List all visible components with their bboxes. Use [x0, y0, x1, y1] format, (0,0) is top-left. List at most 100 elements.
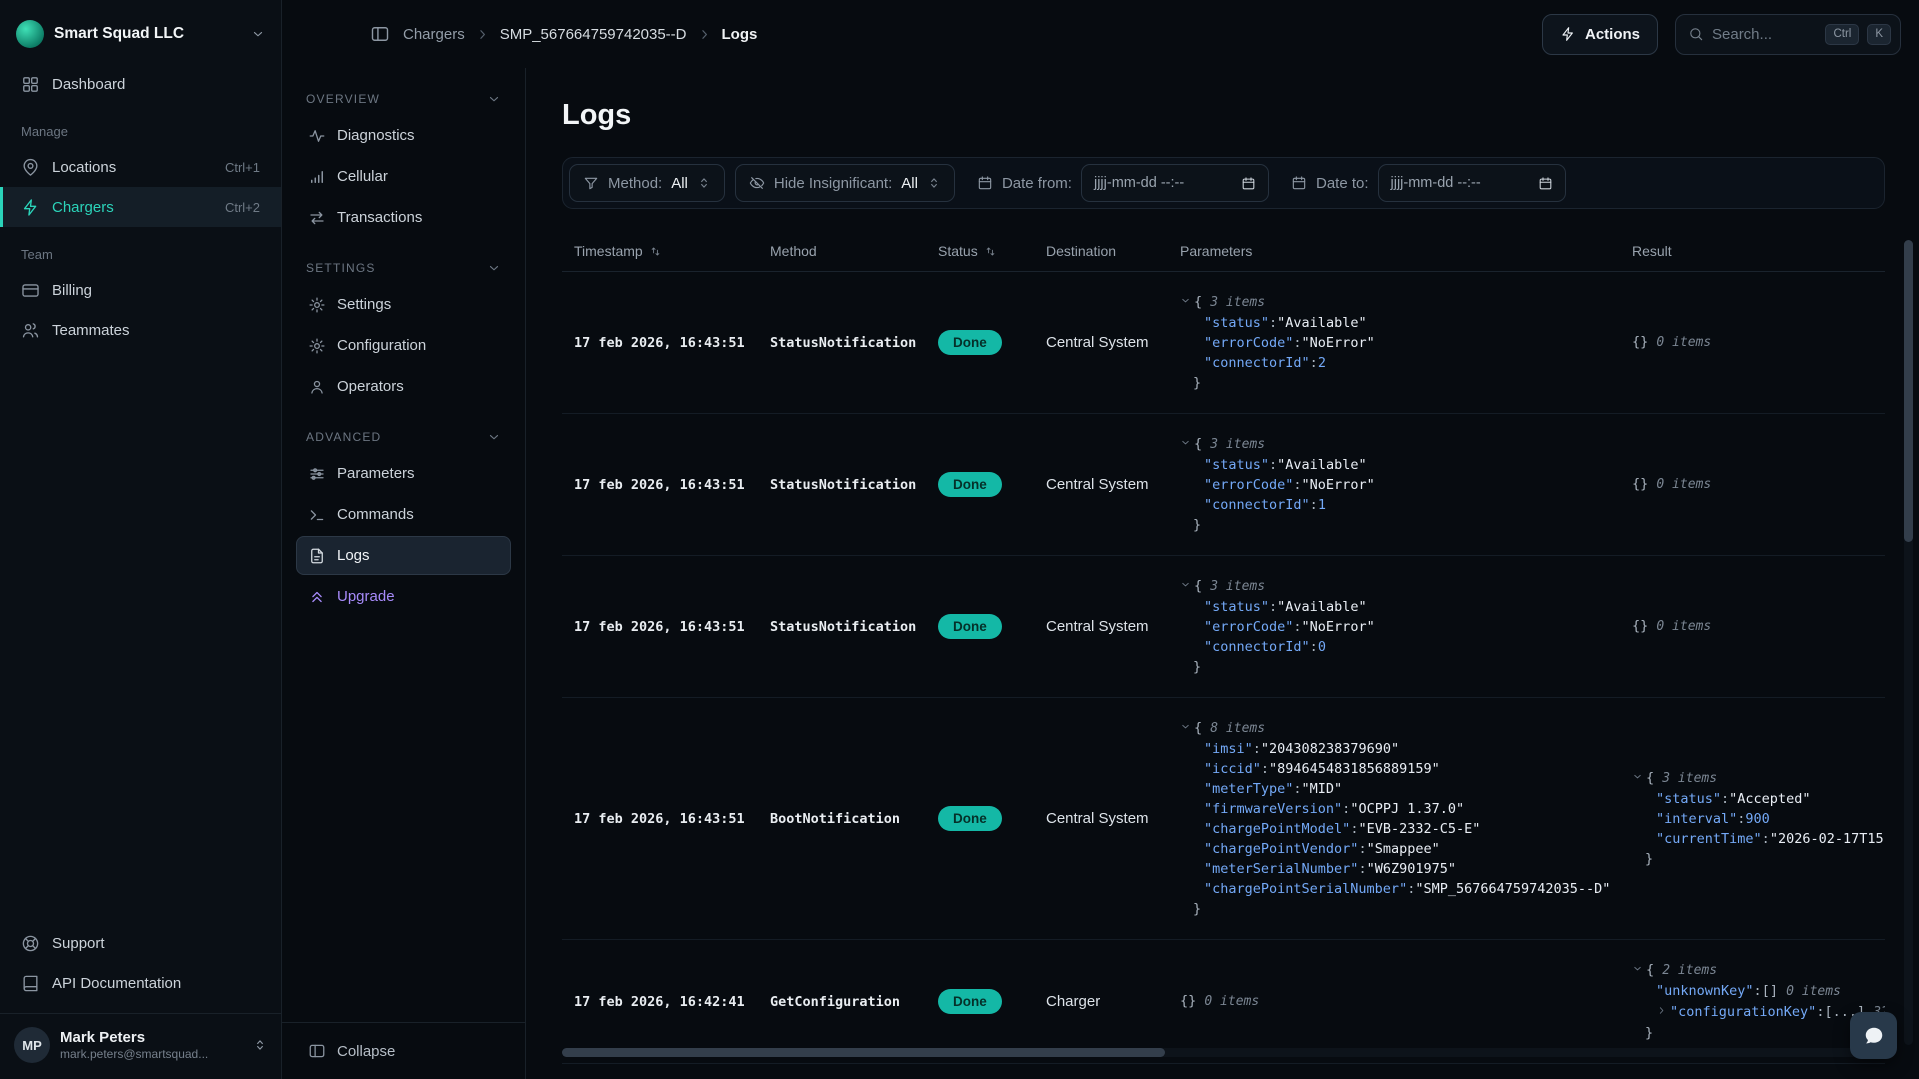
subnav-section-overview[interactable]: OVERVIEW	[296, 92, 511, 106]
subnav-item-upgrade[interactable]: Upgrade	[296, 577, 511, 616]
result-json: {} 0 items	[1632, 616, 1873, 637]
subnav-item-logs[interactable]: Logs	[296, 536, 511, 575]
org-switcher[interactable]: Smart Squad LLC	[0, 10, 281, 64]
collapse-caret-icon[interactable]	[1180, 295, 1191, 306]
expand-caret-icon[interactable]	[1656, 1005, 1667, 1016]
log-row[interactable]: 17 feb 2026, 16:43:51 StatusNotification…	[562, 272, 1885, 414]
cell-status: Done	[926, 698, 1034, 940]
sidebar-nav: DashboardManageLocationsCtrl+1ChargersCt…	[0, 64, 281, 350]
column-header-timestamp[interactable]: Timestamp	[562, 231, 758, 272]
result-json: {} 0 items	[1632, 474, 1873, 495]
subnav-section-advanced[interactable]: ADVANCED	[296, 430, 511, 444]
eye-off-icon	[749, 175, 765, 191]
subnav-item-configuration[interactable]: Configuration	[296, 326, 511, 365]
method-filter[interactable]: Method: All	[569, 164, 725, 202]
collapse-button[interactable]: Collapse	[282, 1022, 526, 1079]
app-root: Smart Squad LLC DashboardManageLocations…	[0, 0, 1919, 1079]
filter-bar: Method: All Hide Insignificant: All Date…	[562, 157, 1885, 209]
sidebar-item-support[interactable]: Support	[0, 923, 281, 963]
calendar-icon[interactable]	[1241, 176, 1256, 191]
sort-icon[interactable]	[649, 245, 662, 258]
main-content: Logs Method: All Hide Insignificant: All	[526, 68, 1919, 1079]
log-row[interactable]: 17 feb 2026, 16:43:51 BootNotification D…	[562, 698, 1885, 940]
cell-destination: Central System	[1034, 556, 1168, 698]
cell-timestamp: 17 feb 2026, 16:43:51	[562, 272, 758, 414]
log-row[interactable]: 17 feb 2026, 16:43:51 StatusNotification…	[562, 556, 1885, 698]
horizontal-scrollbar[interactable]	[562, 1048, 1873, 1057]
activity-icon	[308, 127, 326, 145]
cell-parameters: { 3 items"status":"Available""errorCode"…	[1168, 414, 1620, 556]
collapse-caret-icon[interactable]	[1632, 771, 1643, 782]
hide-insignificant-filter[interactable]: Hide Insignificant: All	[735, 164, 955, 202]
date-to-input[interactable]: jjjj-mm-dd --:--	[1378, 164, 1566, 202]
subnav-item-cellular[interactable]: Cellular	[296, 157, 511, 196]
bolt-icon	[1560, 26, 1576, 42]
actions-button[interactable]: Actions	[1542, 14, 1658, 55]
sidebar-item-api-documentation[interactable]: API Documentation	[0, 963, 281, 1003]
column-header-destination: Destination	[1034, 231, 1168, 272]
search-box[interactable]: Ctrl K	[1675, 14, 1901, 55]
sidebar-toggle-icon[interactable]	[370, 24, 390, 44]
subnav-item-parameters[interactable]: Parameters	[296, 454, 511, 493]
profile[interactable]: MP Mark Peters mark.peters@smartsquad...	[0, 1013, 281, 1067]
page-title: Logs	[562, 99, 1885, 132]
cell-parameters: { 8 items"imsi":"204308238379690""iccid"…	[1168, 698, 1620, 940]
vertical-scrollbar[interactable]	[1904, 240, 1913, 1045]
breadcrumb-chargers[interactable]: Chargers	[403, 26, 465, 43]
sidebar-item-locations[interactable]: LocationsCtrl+1	[0, 147, 281, 187]
date-to-group: Date to: jjjj-mm-dd --:--	[1279, 164, 1566, 202]
sort-icon[interactable]	[984, 245, 997, 258]
result-json: { 3 items"status":"Accepted""interval":9…	[1632, 768, 1873, 869]
scrollbar-thumb[interactable]	[562, 1048, 1165, 1057]
cell-method: BootNotification	[758, 698, 926, 940]
chat-launcher[interactable]	[1850, 1012, 1897, 1059]
secondary-sidebar: OVERVIEW DiagnosticsCellularTransactions S…	[282, 68, 526, 1079]
kbd-ctrl: Ctrl	[1825, 24, 1859, 45]
subnav-item-settings[interactable]: Settings	[296, 285, 511, 324]
breadcrumb-charger-id[interactable]: SMP_567664759742035--D	[500, 26, 687, 43]
column-header-method: Method	[758, 231, 926, 272]
chevron-down-icon	[487, 92, 501, 106]
log-row[interactable]: 17 feb 2026, 16:38:21 StatusNotification…	[562, 1064, 1885, 1079]
collapse-caret-icon[interactable]	[1180, 437, 1191, 448]
avatar: MP	[14, 1027, 50, 1063]
subnav-item-commands[interactable]: Commands	[296, 495, 511, 534]
column-header-status[interactable]: Status	[926, 231, 1034, 272]
status-badge: Done	[938, 806, 1002, 831]
sidebar-section-team: Team	[0, 227, 281, 270]
date-from-input[interactable]: jjjj-mm-dd --:--	[1081, 164, 1269, 202]
subnav-item-diagnostics[interactable]: Diagnostics	[296, 116, 511, 155]
cell-destination: Central System	[1034, 272, 1168, 414]
calendar-icon[interactable]	[1538, 176, 1553, 191]
collapse-caret-icon[interactable]	[1632, 963, 1643, 974]
sidebar-item-dashboard[interactable]: Dashboard	[0, 64, 281, 104]
chevron-down-icon	[487, 261, 501, 275]
result-json: {} 0 items	[1632, 332, 1873, 353]
subnav-item-operators[interactable]: Operators	[296, 367, 511, 406]
log-row[interactable]: 17 feb 2026, 16:43:51 StatusNotification…	[562, 414, 1885, 556]
sidebar-item-chargers[interactable]: ChargersCtrl+2	[0, 187, 281, 227]
collapse-caret-icon[interactable]	[1180, 721, 1191, 732]
date-from-group: Date from: jjjj-mm-dd --:--	[965, 164, 1269, 202]
result-json: { 2 items"unknownKey":[] 0 items"configu…	[1632, 960, 1873, 1043]
log-row[interactable]: 17 feb 2026, 16:42:41 GetConfiguration D…	[562, 940, 1885, 1064]
status-badge: Done	[938, 614, 1002, 639]
grid-icon	[21, 75, 40, 94]
scrollbar-thumb[interactable]	[1904, 240, 1913, 542]
subnav-item-transactions[interactable]: Transactions	[296, 198, 511, 237]
search-icon	[1688, 26, 1704, 42]
subnav-section-settings[interactable]: SETTINGS	[296, 261, 511, 275]
content-row: OVERVIEW DiagnosticsCellularTransactions S…	[282, 68, 1919, 1079]
chevrons-up-down-icon	[253, 1038, 267, 1052]
search-input[interactable]	[1712, 26, 1817, 43]
collapse-caret-icon[interactable]	[1180, 579, 1191, 590]
primary-sidebar: Smart Squad LLC DashboardManageLocations…	[0, 0, 282, 1079]
upgrade-icon	[308, 588, 326, 606]
topbar: Chargers SMP_567664759742035--D Logs Act…	[282, 0, 1919, 68]
org-name: Smart Squad LLC	[54, 25, 241, 43]
right-column: Chargers SMP_567664759742035--D Logs Act…	[282, 0, 1919, 1079]
sidebar-item-teammates[interactable]: Teammates	[0, 310, 281, 350]
cell-method: StatusNotification	[758, 1064, 926, 1079]
sidebar-item-billing[interactable]: Billing	[0, 270, 281, 310]
parameters-json: { 3 items"status":"Available""errorCode"…	[1180, 434, 1608, 535]
